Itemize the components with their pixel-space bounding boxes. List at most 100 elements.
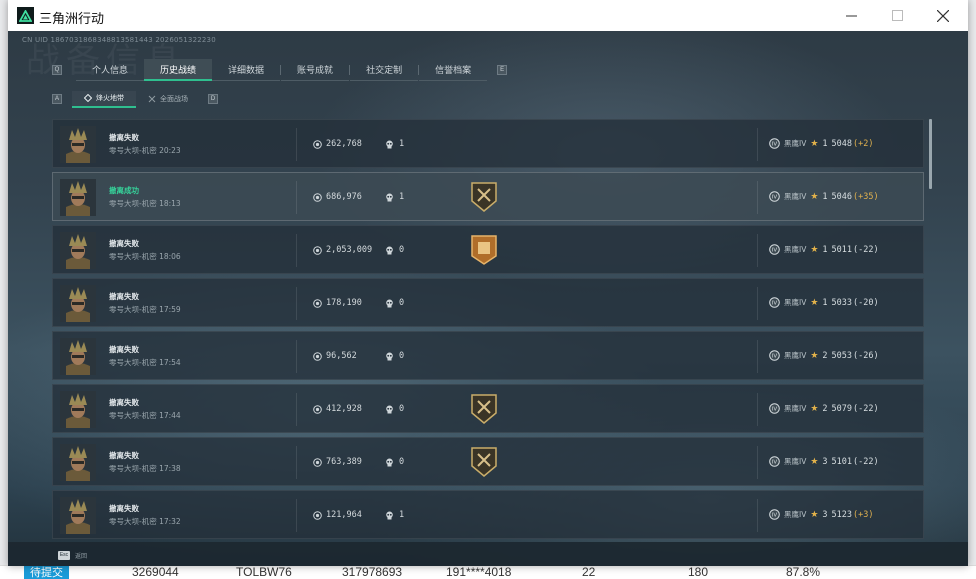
coin-icon (313, 351, 322, 361)
score-delta: (+2) (853, 138, 874, 149)
match-list-scrollbar[interactable] (929, 119, 932, 189)
svg-text:IV: IV (772, 407, 778, 413)
rank-score: 5053 (831, 350, 853, 361)
operator-avatar (60, 232, 96, 269)
rank-name: 黑鹰IV (784, 404, 807, 413)
star-count: 2 (822, 403, 828, 414)
coins-value: 121,964 (326, 510, 362, 520)
back-button[interactable]: Esc 返回 (58, 551, 87, 560)
background-right-strip (967, 0, 976, 579)
match-row[interactable]: 撤离失败 零号大坝-机密 17:38 763,389 0 IV 黑鹰IV ★ 3 5101 (-2… (52, 437, 924, 486)
tab-personal-info[interactable]: 个人信息 (76, 59, 145, 81)
extraction-mode-icon (84, 94, 92, 102)
rank-emblem-icon: IV (769, 297, 780, 308)
rank-name: 黑鹰IV (784, 245, 807, 254)
tab-match-history[interactable]: 历史战绩 (144, 59, 213, 81)
match-status: 撤离失败 (109, 451, 139, 460)
subtab-next-key[interactable]: D (208, 94, 218, 104)
tab-social[interactable]: 社交定制 (350, 59, 419, 81)
background-cell: 87.8% (786, 565, 821, 579)
title-bar[interactable]: 三角洲行动 (8, 0, 968, 31)
shield-badge-icon (470, 446, 498, 478)
match-row[interactable]: 撤离失败 零号大坝-机密 17:59 178,190 0 IV 黑鹰IV ★ 1 5033 (-2… (52, 278, 924, 327)
rank-name: 黑鹰IV (784, 351, 807, 360)
star-icon: ★ (810, 297, 819, 308)
column-divider (757, 128, 758, 161)
score-delta: (-22) (853, 456, 879, 467)
tab-prev-key[interactable]: Q (52, 65, 62, 75)
match-rank: IV 黑鹰IV ★ 1 5011 (-22) (769, 244, 879, 255)
match-row[interactable]: 撤离失败 零号大坝-机密 17:54 96,562 0 IV 黑鹰IV ★ 2 5053 (-26… (52, 331, 924, 380)
match-rank: IV 黑鹰IV ★ 3 5123 (+3) (769, 509, 874, 520)
column-divider (296, 446, 297, 479)
match-row[interactable]: 撤离失败 零号大坝-机密 20:23 262,768 1 IV 黑鹰IV ★ 1 5048 (+2… (52, 119, 924, 168)
skull-icon (386, 299, 393, 307)
match-map-time: 零号大坝-机密 20:23 (109, 146, 181, 155)
score-delta: (-26) (853, 350, 879, 361)
rank-name: 黑鹰IV (784, 457, 807, 466)
match-coins: 2,053,009 (313, 245, 372, 255)
kills-value: 0 (399, 298, 405, 308)
match-coins: 96,562 (313, 351, 357, 361)
match-kills: 0 (385, 457, 404, 467)
coins-value: 178,190 (326, 298, 362, 308)
operator-avatar (60, 338, 96, 375)
score-delta: (+3) (853, 509, 874, 520)
rank-emblem-icon: IV (769, 350, 780, 361)
coin-icon (313, 457, 322, 467)
column-divider (757, 287, 758, 320)
subtab-extraction-mode[interactable]: 烽火地带 (72, 90, 136, 108)
minimize-button[interactable] (828, 0, 874, 31)
game-window: 三角洲行动 战备信息 CN UID 1867031868348813581443… (8, 0, 968, 566)
star-count: 1 (822, 297, 828, 308)
match-row[interactable]: 撤离失败 零号大坝-机密 17:32 121,964 1 IV 黑鹰IV ★ 3 5123 (+3… (52, 490, 924, 539)
tab-credit-record[interactable]: 信誉档案 (419, 59, 488, 81)
match-kills: 1 (385, 192, 404, 202)
svg-text:IV: IV (772, 354, 778, 360)
match-map-time: 零号大坝-机密 17:44 (109, 411, 181, 420)
tab-detailed-data[interactable]: 详细数据 (212, 59, 281, 81)
coins-value: 2,053,009 (326, 245, 373, 255)
rank-score: 5101 (831, 456, 853, 467)
star-icon: ★ (810, 191, 819, 202)
match-coins: 763,389 (313, 457, 362, 467)
match-row[interactable]: 撤离成功 零号大坝-机密 18:13 686,976 1 IV 黑鹰IV ★ 1 5046 (+3… (52, 172, 924, 221)
background-status-tag[interactable]: 待提交 (24, 566, 69, 579)
coin-icon (313, 510, 322, 520)
column-divider (757, 234, 758, 267)
column-divider (757, 446, 758, 479)
svg-text:IV: IV (772, 460, 778, 466)
subtab-prev-key[interactable]: A (52, 94, 62, 104)
coins-value: 763,389 (326, 457, 362, 467)
close-icon (937, 9, 949, 22)
close-button[interactable] (920, 0, 966, 31)
esc-key: Esc (58, 551, 70, 560)
tab-next-key[interactable]: E (497, 65, 508, 75)
kills-value: 1 (399, 139, 405, 149)
rank-emblem-icon: IV (769, 138, 780, 149)
tab-achievements[interactable]: 账号成就 (281, 59, 350, 81)
match-row[interactable]: 撤离失败 零号大坝-机密 18:06 2,053,009 0 IV 黑鹰IV ★ 1 5011(… (52, 225, 924, 274)
maximize-button[interactable] (874, 0, 920, 31)
match-row[interactable]: 撤离失败 零号大坝-机密 17:44 412,928 0 IV 黑鹰IV ★ 2 5079 (-2… (52, 384, 924, 433)
background-cell: 3269044 (132, 565, 179, 579)
skull-icon (386, 352, 393, 360)
match-kills: 0 (385, 351, 404, 361)
back-label: 返回 (75, 553, 88, 560)
match-coins: 412,928 (313, 404, 362, 414)
rank-emblem-icon: IV (769, 244, 780, 255)
coins-value: 96,562 (326, 351, 357, 361)
column-divider (757, 340, 758, 373)
column-divider (757, 393, 758, 426)
operator-avatar (60, 126, 96, 163)
match-rank: IV 黑鹰IV ★ 1 5033 (-20) (769, 297, 879, 308)
match-coins: 686,976 (313, 192, 362, 202)
skull-icon (386, 405, 393, 413)
column-divider (296, 234, 297, 267)
rank-emblem-icon: IV (769, 509, 780, 520)
gold-badge-icon (470, 234, 498, 266)
bottom-bar (8, 542, 968, 566)
rank-score: 5046 (831, 191, 853, 202)
match-rank: IV 黑鹰IV ★ 1 5048 (+2) (769, 138, 874, 149)
subtab-warfare-mode[interactable]: 全面战场 (136, 91, 200, 108)
